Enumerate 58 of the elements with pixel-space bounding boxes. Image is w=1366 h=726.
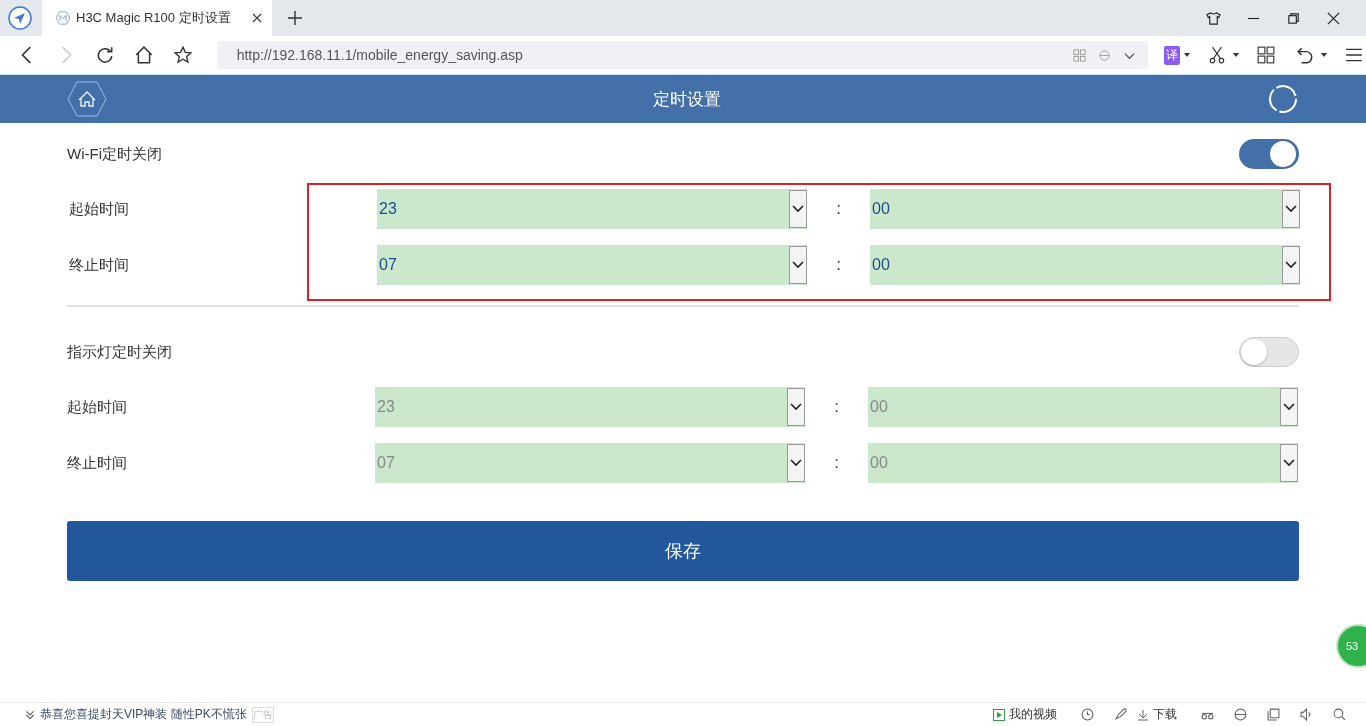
page-title: 定时设置 xyxy=(652,88,722,111)
time-separator: : xyxy=(833,397,840,417)
chevron-down-icon[interactable] xyxy=(1282,190,1300,228)
time-separator: : xyxy=(835,199,842,219)
menu-icon[interactable] xyxy=(1345,46,1364,64)
field-label: 起始时间 xyxy=(69,199,130,219)
close-icon[interactable] xyxy=(252,13,262,23)
hour-select[interactable]: 23 xyxy=(377,189,807,229)
restore-icon[interactable] xyxy=(1286,10,1301,26)
browser-logo-icon[interactable] xyxy=(8,6,32,30)
browser-tab[interactable]: H3C Magic R100 定时设置 xyxy=(42,0,272,36)
download-icon[interactable] xyxy=(1137,708,1149,721)
ad-tag: 广告 xyxy=(251,706,274,723)
chevron-down-icon[interactable] xyxy=(789,246,807,284)
chevron-down-icon[interactable] xyxy=(789,190,807,228)
scissors-icon[interactable] xyxy=(1208,46,1227,64)
reload-icon[interactable] xyxy=(95,46,114,64)
undo-icon[interactable] xyxy=(1296,46,1315,64)
new-tab-icon[interactable] xyxy=(288,11,302,25)
time-separator: : xyxy=(833,453,840,473)
ad-link[interactable]: 恭喜您喜提封天VIP神装 随性PK不慌张 xyxy=(40,706,247,723)
speaker-icon[interactable] xyxy=(1300,708,1313,721)
section-title: 指示灯定时关闭 xyxy=(67,342,172,362)
time-separator: : xyxy=(835,255,842,275)
field-label: 终止时间 xyxy=(69,255,130,275)
site-favicon-icon xyxy=(56,11,70,25)
play-icon[interactable] xyxy=(993,708,1005,721)
toggle-switch[interactable] xyxy=(1239,337,1299,367)
clock-icon[interactable] xyxy=(1081,708,1094,721)
close-icon[interactable] xyxy=(1326,10,1341,26)
chevron-down-icon[interactable] xyxy=(1282,246,1300,284)
dropdown-caret-icon[interactable] xyxy=(1184,53,1191,57)
my-videos-link[interactable]: 我的视频 xyxy=(1009,706,1057,723)
download-link[interactable]: 下载 xyxy=(1153,706,1177,723)
search-icon[interactable] xyxy=(1333,708,1346,721)
grid-icon[interactable] xyxy=(1257,46,1276,64)
translate-button[interactable]: 译 xyxy=(1164,45,1181,65)
shirt-icon[interactable] xyxy=(1206,10,1221,26)
section-title: Wi-Fi定时关闭 xyxy=(67,144,162,164)
window-icon[interactable] xyxy=(1267,708,1280,721)
toggle-switch[interactable] xyxy=(1239,139,1299,169)
minute-select[interactable]: 00 xyxy=(870,189,1300,229)
field-label: 终止时间 xyxy=(67,453,128,473)
refresh-ring-icon[interactable] xyxy=(1267,83,1299,115)
chevron-down-icon[interactable] xyxy=(1280,388,1298,426)
double-chevron-icon[interactable] xyxy=(24,708,36,721)
address-bar[interactable]: http://192.168.11.1/mobile_energy_saving.asp xyxy=(216,41,1149,69)
chevron-down-icon[interactable] xyxy=(787,388,805,426)
star-icon[interactable] xyxy=(173,46,192,64)
save-button[interactable]: 保存 xyxy=(67,521,1299,581)
dropdown-caret-icon[interactable] xyxy=(1233,53,1240,57)
dropdown-caret-icon[interactable] xyxy=(1321,53,1328,57)
chevron-down-icon[interactable] xyxy=(787,444,805,482)
hour-select[interactable]: 07 xyxy=(377,245,807,285)
chevron-down-icon[interactable] xyxy=(1280,444,1298,482)
field-label: 起始时间 xyxy=(67,397,128,417)
minute-select[interactable]: 00 xyxy=(870,245,1300,285)
home-icon[interactable] xyxy=(134,46,153,64)
